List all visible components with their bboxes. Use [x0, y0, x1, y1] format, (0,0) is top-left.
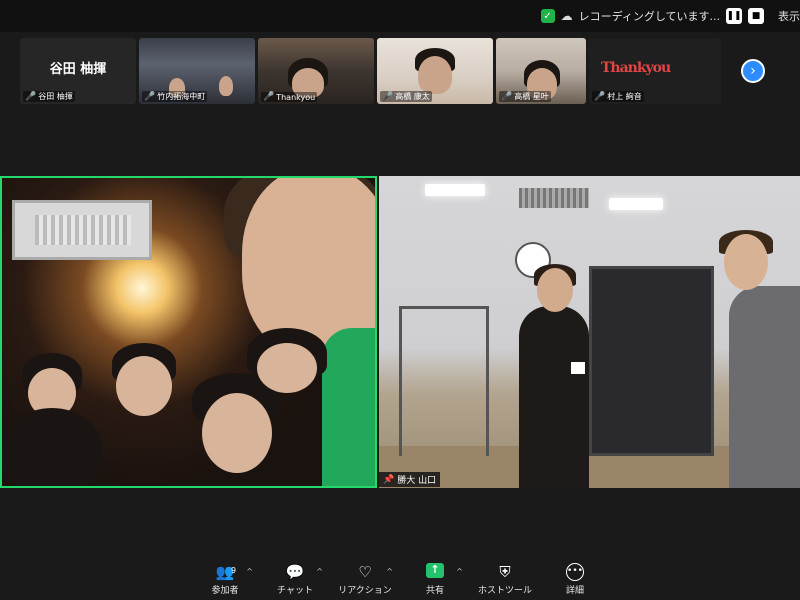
- video-person: [729, 286, 800, 488]
- pin-icon: 📌: [383, 474, 395, 485]
- participant-name-text: 勝大 山口: [397, 476, 437, 486]
- participant-label-text: 高橋 星叶: [514, 92, 549, 101]
- chat-label: チャット: [277, 585, 313, 596]
- participant-tile[interactable]: 🎤 高橋 康太: [377, 38, 493, 104]
- participants-label: 参加者: [211, 585, 239, 596]
- mic-muted-icon: 🎤: [594, 91, 606, 102]
- pause-icon[interactable]: ❚❚: [726, 8, 742, 24]
- host-tools-button[interactable]: ⛨ ホストツール: [475, 558, 535, 600]
- zoom-meeting-window: ✓ ☁ レコーディングしています... ❚❚ ■ 表示 谷田 柚揮 🎤 谷田 柚揮…: [0, 0, 800, 600]
- mic-muted-icon: 🎤: [25, 91, 37, 102]
- participant-label: 🎤 高橋 康太: [380, 91, 432, 102]
- clothes-rack: [399, 306, 489, 456]
- participant-label-text: Thankyou: [276, 92, 316, 102]
- mic-muted-icon: 🎤: [382, 91, 394, 102]
- reaction-label: リアクション: [338, 585, 392, 596]
- participant-label: 🎤 村上 絢音: [592, 91, 644, 102]
- thankyou-overlay: Thankyou: [601, 60, 671, 76]
- participant-label-text: 竹内拓海中町: [157, 92, 206, 101]
- mic-muted-icon: 🎤: [263, 92, 275, 102]
- more-icon: •••: [566, 562, 584, 581]
- more-label: 詳細: [565, 585, 584, 596]
- chevron-up-icon[interactable]: ^: [386, 567, 393, 576]
- participant-label-text: 高橋 康太: [395, 92, 430, 101]
- video-person: [519, 306, 589, 488]
- video-person: [537, 268, 573, 312]
- mic-muted-icon: 🎤: [501, 91, 513, 102]
- participant-label: 🎤 Thankyou: [261, 92, 318, 102]
- participant-tile[interactable]: 🎤 竹内拓海中町: [139, 38, 255, 104]
- video-person: [116, 356, 172, 416]
- video-person: [257, 343, 317, 393]
- participant-tile[interactable]: Thankyou 🎤 村上 絢音: [589, 38, 721, 104]
- participant-video[interactable]: [379, 176, 800, 488]
- participant-label-text: 村上 絢音: [607, 92, 642, 101]
- chevron-up-icon[interactable]: ^: [316, 567, 323, 576]
- video-person: [418, 56, 452, 94]
- shield-icon[interactable]: ✓: [540, 9, 555, 23]
- participant-tile[interactable]: 🎤 Thankyou: [258, 38, 374, 104]
- active-speaker-video[interactable]: [0, 176, 377, 488]
- participant-label: 🎤 谷田 柚揮: [23, 91, 75, 102]
- video-person: [202, 393, 272, 473]
- filmstrip: 谷田 柚揮 🎤 谷田 柚揮 🎤 竹内拓海中町 🎤 Thankyou 🎤 高橋 康太 🎤 高…: [20, 38, 721, 104]
- participants-button[interactable]: 👥 9 参加者 ^: [195, 558, 255, 600]
- meeting-toolbar: 👥 9 参加者 ^ 💬 チャット ^ ♡ リアクション ^ ↑ 共有 ^ ⛨ ホ…: [0, 558, 800, 600]
- participant-label: 🎤 高橋 星叶: [499, 91, 551, 102]
- chevron-up-icon[interactable]: ^: [246, 567, 253, 576]
- participant-label: 🎤 竹内拓海中町: [142, 91, 208, 102]
- video-person: [219, 76, 233, 96]
- mic-muted-icon: 🎤: [144, 91, 156, 102]
- name-badge: [571, 362, 585, 374]
- video-person: [724, 234, 768, 290]
- recording-text: レコーディングしています...: [578, 10, 720, 23]
- video-person: [2, 408, 102, 486]
- top-bar: ✓ ☁ レコーディングしています... ❚❚ ■ 表示: [0, 0, 800, 32]
- stop-icon[interactable]: ■: [748, 8, 764, 24]
- cloud-icon: ☁: [560, 9, 573, 23]
- view-button[interactable]: 表示: [778, 8, 800, 24]
- chat-button[interactable]: 💬 チャット ^: [265, 558, 325, 600]
- participant-name-display: 谷田 柚揮: [49, 61, 107, 77]
- chat-icon: 💬: [285, 562, 305, 581]
- participant-tile[interactable]: 🎤 高橋 星叶: [496, 38, 586, 104]
- chevron-up-icon[interactable]: ^: [456, 567, 463, 576]
- ceiling-vent: [519, 188, 589, 208]
- ceiling-light: [425, 184, 485, 196]
- share-button[interactable]: ↑ 共有 ^: [405, 558, 465, 600]
- host-tools-label: ホストツール: [477, 585, 532, 596]
- door: [589, 266, 714, 456]
- heart-icon: ♡: [358, 562, 372, 581]
- share-screen-icon: ↑: [426, 562, 444, 578]
- video-person: [322, 328, 375, 486]
- participants-count: 9: [231, 566, 237, 575]
- shield-icon: ⛨: [499, 562, 511, 581]
- reaction-button[interactable]: ♡ リアクション ^: [335, 558, 395, 600]
- ceiling-ac-unit: [12, 200, 152, 260]
- participant-tile[interactable]: 谷田 柚揮 🎤 谷田 柚揮: [20, 38, 136, 104]
- participant-name-tag: 📌 勝大 山口: [379, 472, 441, 487]
- ceiling-light: [609, 198, 663, 210]
- recording-status: ✓ ☁ レコーディングしています... ❚❚ ■ 表示: [540, 6, 800, 26]
- share-label: 共有: [425, 585, 444, 596]
- chevron-right-icon[interactable]: ›: [741, 59, 765, 83]
- participant-label-text: 谷田 柚揮: [38, 92, 73, 101]
- more-button[interactable]: ••• 詳細: [545, 558, 605, 600]
